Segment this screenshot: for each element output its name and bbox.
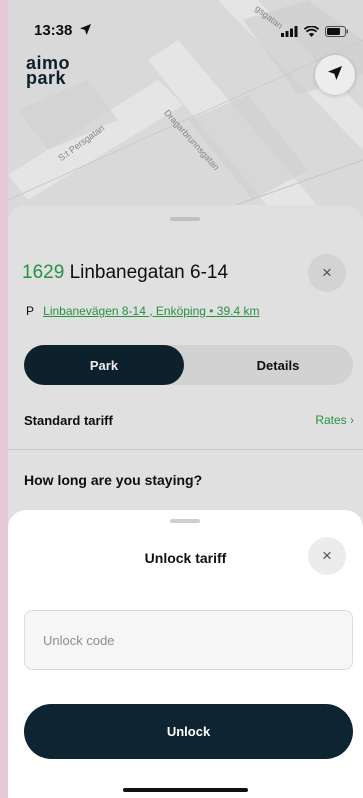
unlock-tariff-modal: Unlock tariff × Unlock <box>8 510 363 798</box>
close-icon: × <box>322 546 332 565</box>
unlock-code-input[interactable] <box>24 610 353 670</box>
home-indicator <box>123 788 248 792</box>
phone-screen: S:t Persgatan Dragarbrunnsgatan gsgatan … <box>8 0 363 798</box>
modal-drag-handle[interactable] <box>170 519 200 523</box>
modal-close-button[interactable]: × <box>308 537 346 575</box>
unlock-button[interactable]: Unlock <box>24 704 353 759</box>
